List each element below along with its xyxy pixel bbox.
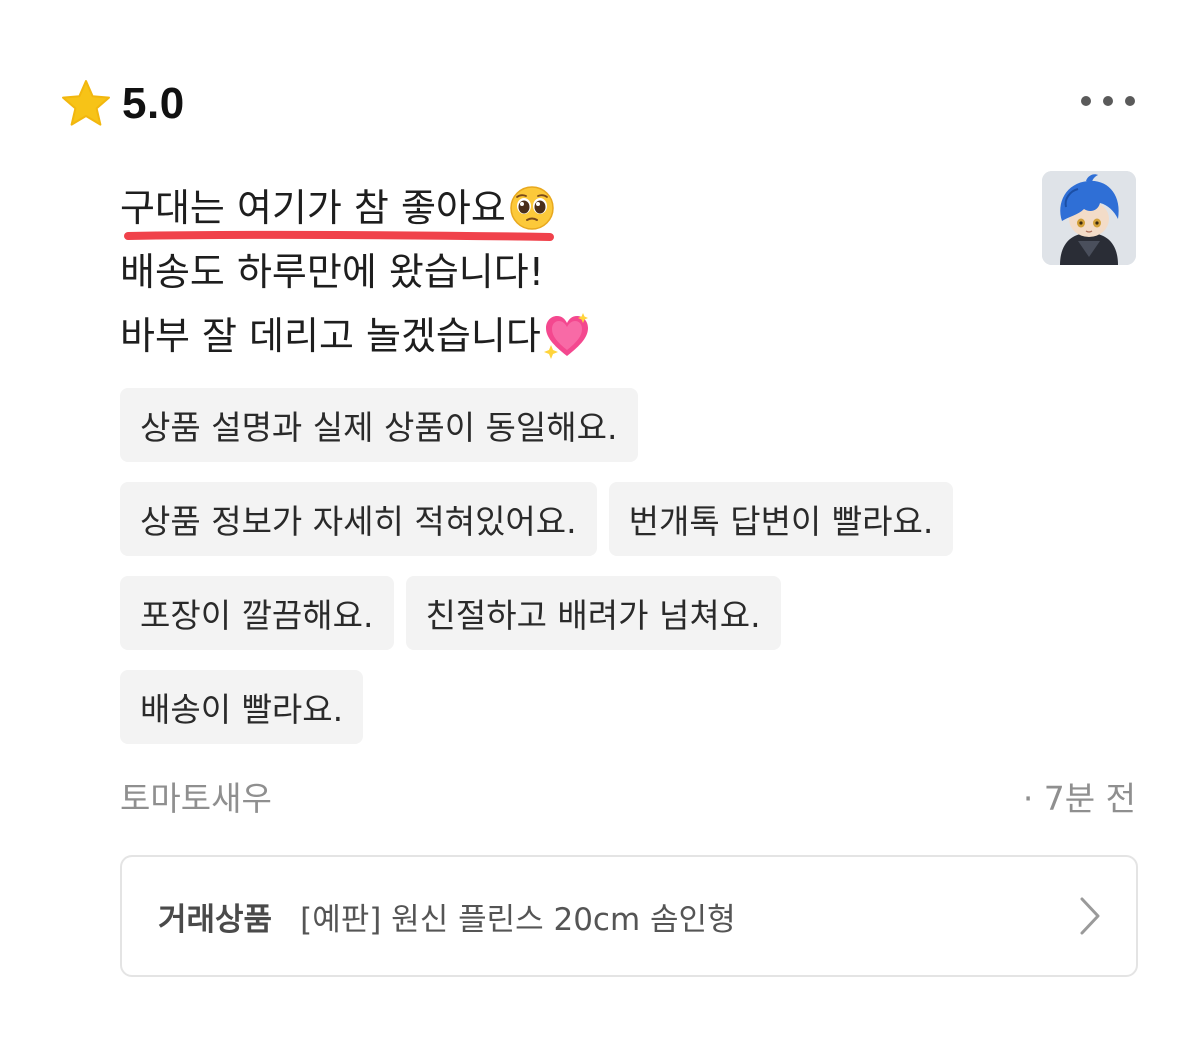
traded-product-link[interactable]: 거래상품 [예판] 원신 플린스 20cm 솜인형 xyxy=(120,855,1138,977)
sparkling-heart-emoji xyxy=(543,313,588,359)
review-tag: 친절하고 배려가 넘쳐요. xyxy=(405,576,781,650)
tag-row: 포장이 깔끔해요. 친절하고 배려가 넘쳐요. xyxy=(120,576,1020,650)
chevron-right-icon xyxy=(1080,897,1100,935)
star-icon xyxy=(62,80,110,126)
review-tag: 배송이 빨라요. xyxy=(120,670,364,744)
reviewer-avatar[interactable] xyxy=(1042,171,1136,265)
more-dot xyxy=(1103,96,1113,106)
pleading-face-emoji xyxy=(510,186,554,230)
review-body: 구대는 여기가 참 좋아요 배송도 하루만에 왔습니다! 바부 잘 데리고 놀겠… xyxy=(120,176,1000,368)
reviewer-name[interactable]: 토마토새우 xyxy=(120,772,272,820)
review-text-line: 구대는 여기가 참 좋아요 xyxy=(120,186,506,230)
review-tag: 포장이 깔끔해요. xyxy=(120,576,394,650)
rating-value: 5.0 xyxy=(122,79,185,128)
review-tag: 상품 정보가 자세히 적혀있어요. xyxy=(120,482,597,556)
product-label: 거래상품 xyxy=(158,901,273,938)
review-tag: 번개톡 답변이 빨라요. xyxy=(608,482,954,556)
more-options-button[interactable] xyxy=(1072,84,1144,118)
more-horizontal-icon xyxy=(1081,96,1091,106)
product-name: [예판] 원신 플린스 20cm 솜인형 xyxy=(300,901,736,938)
review-line-3: 바부 잘 데리고 놀겠습니다 xyxy=(120,304,1000,368)
tag-row: 상품 정보가 자세히 적혀있어요. 번개톡 답변이 빨라요. xyxy=(120,482,1020,556)
review-tags: 상품 설명과 실제 상품이 동일해요. 상품 정보가 자세히 적혀있어요. 번개… xyxy=(120,388,1020,764)
review-text-line: 배송도 하루만에 왔습니다! xyxy=(120,250,544,294)
more-dot xyxy=(1125,96,1135,106)
rating-header: 5.0 xyxy=(60,74,185,134)
review-line-1: 구대는 여기가 참 좋아요 xyxy=(120,176,1000,241)
review-time: · 7분 전 xyxy=(1022,779,1136,818)
tag-row: 배송이 빨라요. xyxy=(120,670,1020,744)
review-tag: 상품 설명과 실제 상품이 동일해요. xyxy=(120,388,638,462)
review-text-line: 바부 잘 데리고 놀겠습니다 xyxy=(120,314,541,358)
review-card: 5.0 구대는 여기가 참 좋아요 배송도 하루만에 왔습니다! 바부 잘 데리… xyxy=(0,0,1200,1047)
review-line-2: 배송도 하루만에 왔습니다! xyxy=(120,240,1000,304)
tag-row: 상품 설명과 실제 상품이 동일해요. xyxy=(120,388,1020,462)
user-avatar-figure xyxy=(1042,171,1136,265)
